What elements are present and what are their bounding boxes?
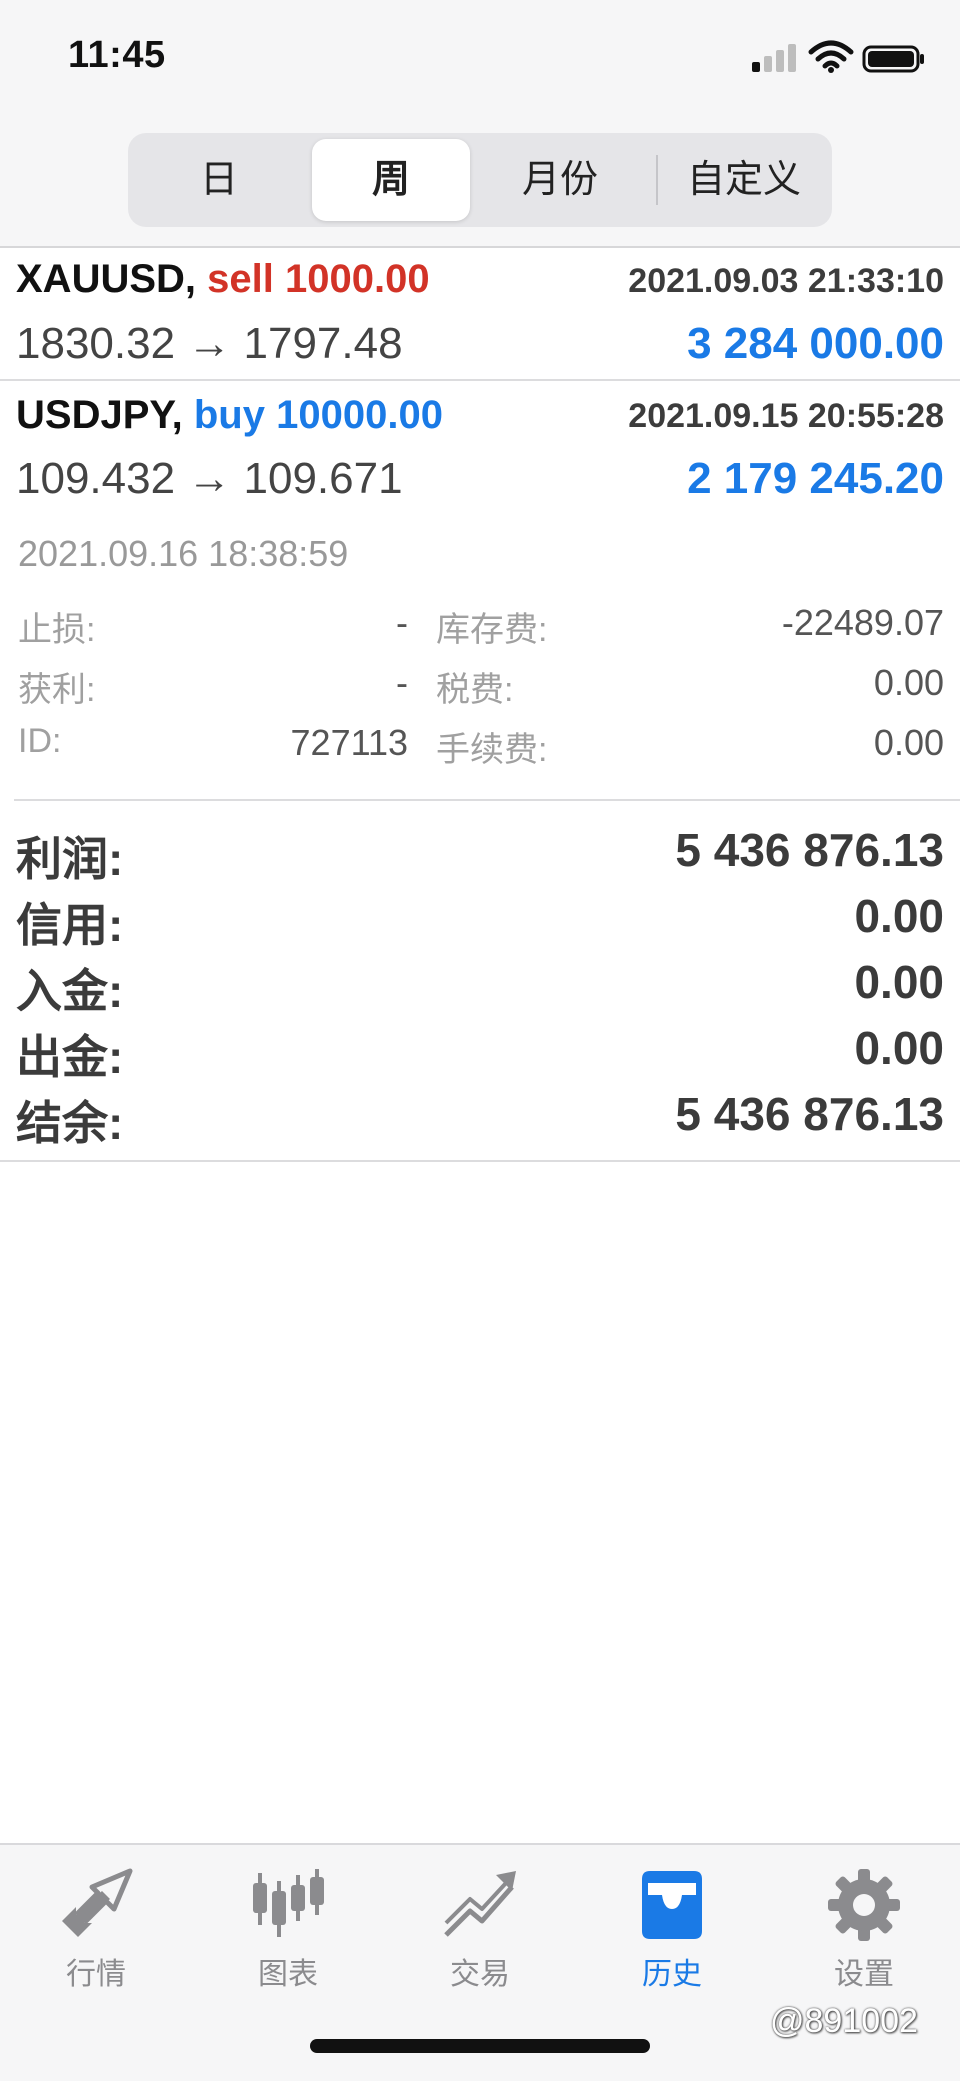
status-time: 11:45 <box>68 34 166 76</box>
order-id-value: 727113 <box>290 722 408 763</box>
quotes-arrows-icon <box>62 1868 133 1937</box>
profit-label: 利润: <box>16 833 124 885</box>
tab-custom[interactable]: 自定义 <box>662 139 826 221</box>
close-time: 2021.09.16 18:38:59 <box>18 533 349 574</box>
credit-value: 0.00 <box>854 890 944 942</box>
credit-label: 信用: <box>16 899 124 951</box>
tab-history[interactable]: 历史 <box>576 1845 768 1995</box>
tab-settings-label: 设置 <box>834 1958 894 1991</box>
settings-gear-icon <box>828 1869 900 1941</box>
trade-prices: 1830.32 → 1797.48 <box>16 319 403 368</box>
swap-label: 库存费: <box>436 611 548 649</box>
tax-value: 0.00 <box>873 662 944 703</box>
candlestick-chart-icon <box>253 1869 324 1937</box>
take-profit-value: - <box>396 662 408 703</box>
trade-symbol: XAUUSD, <box>16 257 197 301</box>
tab-month[interactable]: 月份 <box>480 139 640 221</box>
tab-chart-label: 图表 <box>258 1958 318 1991</box>
summary-divider <box>14 799 960 801</box>
summary-bottom-divider <box>0 1160 960 1162</box>
cellular-signal-icon <box>752 44 796 72</box>
trade-symbol: USDJPY, <box>16 393 183 437</box>
trade-prices: 109.432 → 109.671 <box>16 454 403 503</box>
tab-quotes[interactable]: 行情 <box>0 1845 192 1995</box>
trade-symbol-line: USDJPY, buy 10000.00 <box>16 393 443 438</box>
tab-quotes-label: 行情 <box>66 1958 126 1991</box>
row-divider <box>0 379 960 381</box>
order-id-label: ID: <box>18 722 62 760</box>
history-inbox-icon <box>642 1871 702 1939</box>
period-segmented-control: 日 周 月份 自定义 <box>128 133 832 227</box>
stop-loss-value: - <box>396 602 408 643</box>
commission-label: 手续费: <box>436 731 548 769</box>
tab-history-label: 历史 <box>642 1958 702 1991</box>
trade-profit: 3 284 000.00 <box>687 319 944 368</box>
trade-trend-icon <box>444 1871 516 1937</box>
tab-trade[interactable]: 交易 <box>384 1845 576 1995</box>
tab-week[interactable]: 周 <box>312 139 470 221</box>
withdrawal-value: 0.00 <box>854 1022 944 1074</box>
battery-icon <box>862 45 924 73</box>
take-profit-label: 获利: <box>18 671 96 709</box>
trade-symbol-line: XAUUSD, sell 1000.00 <box>16 257 430 302</box>
trade-datetime: 2021.09.03 21:33:10 <box>628 262 944 300</box>
tax-label: 税费: <box>436 671 514 709</box>
wifi-icon <box>808 40 854 73</box>
tab-trade-label: 交易 <box>450 1958 510 1991</box>
swap-value: -22489.07 <box>781 602 944 643</box>
stop-loss-label: 止损: <box>18 611 96 649</box>
trade-side: sell 1000.00 <box>207 257 430 301</box>
tab-day[interactable]: 日 <box>134 139 304 221</box>
profit-value: 5 436 876.13 <box>675 824 944 876</box>
tab-settings[interactable]: 设置 <box>768 1845 960 1995</box>
segment-divider <box>656 155 658 205</box>
tab-chart[interactable]: 图表 <box>192 1845 384 1995</box>
trade-datetime: 2021.09.15 20:55:28 <box>628 397 944 435</box>
deposit-label: 入金: <box>16 965 124 1017</box>
commission-value: 0.00 <box>873 722 944 763</box>
home-indicator[interactable] <box>310 2039 650 2053</box>
withdrawal-label: 出金: <box>16 1031 124 1083</box>
watermark-text: @891002 <box>770 2002 918 2040</box>
deposit-value: 0.00 <box>854 956 944 1008</box>
trade-profit: 2 179 245.20 <box>687 454 944 503</box>
balance-label: 结余: <box>16 1097 124 1149</box>
balance-value: 5 436 876.13 <box>675 1088 944 1140</box>
trade-side: buy 10000.00 <box>193 393 443 437</box>
